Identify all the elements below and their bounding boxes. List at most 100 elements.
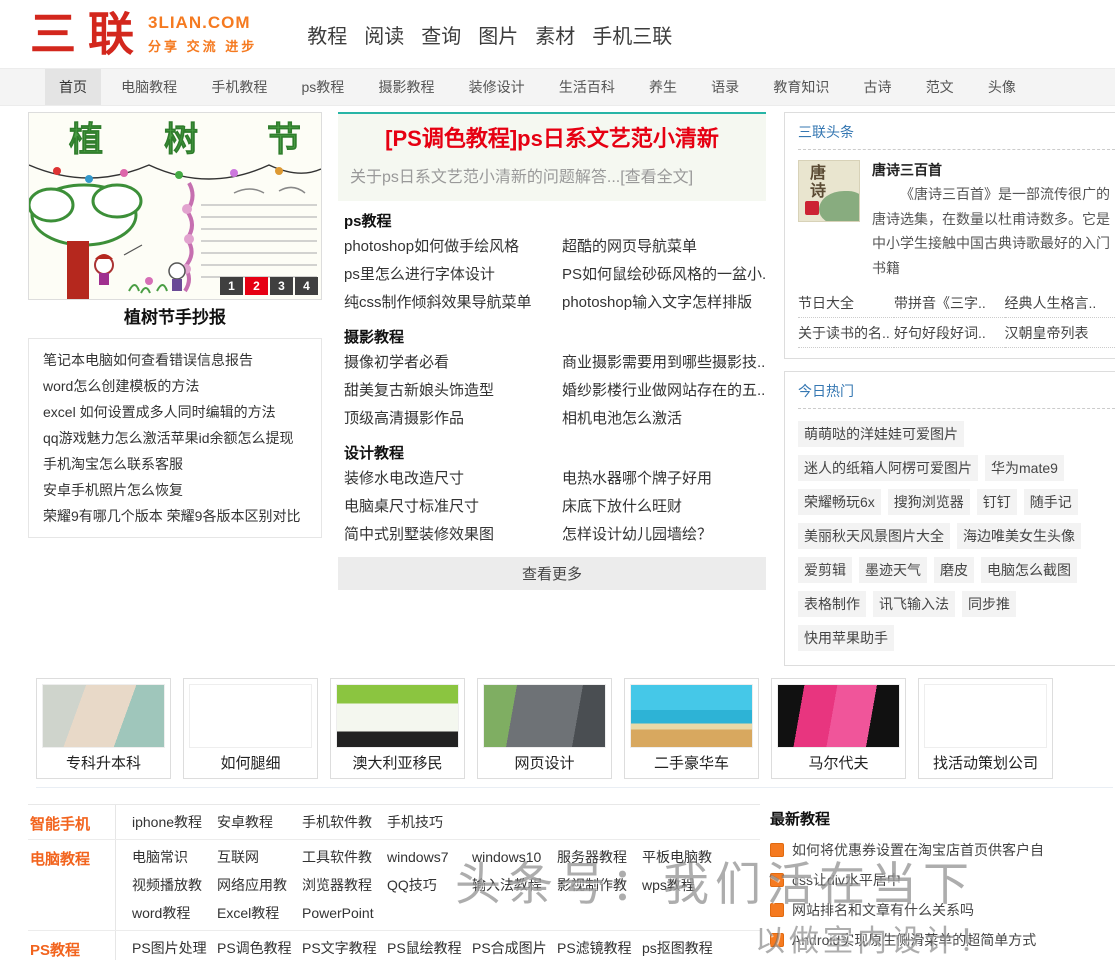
promo-card[interactable]: 专科升本科 — [36, 678, 171, 779]
featured-summary[interactable]: 关于ps日系文艺范小清新的问题解答...[查看全文] — [350, 163, 754, 187]
category-link[interactable]: 网络应用教 — [217, 871, 295, 899]
category-link[interactable]: 输入法教程 — [472, 871, 550, 899]
top-nav-link[interactable]: 查询 — [421, 20, 461, 49]
category-link[interactable]: 电脑常识 — [132, 843, 210, 871]
main-nav-link[interactable]: 手机教程 — [197, 69, 281, 105]
headline-link[interactable]: 节日大全 — [798, 288, 894, 318]
article-link[interactable]: 顶级高清摄影作品 — [344, 405, 562, 433]
main-nav-link[interactable]: 生活百科 — [545, 69, 629, 105]
carousel-image[interactable]: 植 树 节 — [29, 113, 321, 299]
category-link[interactable]: iphone教程 — [132, 808, 210, 836]
main-nav-link[interactable]: 装修设计 — [455, 69, 539, 105]
promo-card[interactable]: 网页设计 — [477, 678, 612, 779]
category-link[interactable]: 互联网 — [217, 843, 295, 871]
headline-link[interactable]: 经典人生格言.. — [1005, 288, 1115, 318]
promo-caption[interactable]: 马尔代夫 — [777, 748, 900, 773]
category-link[interactable]: PS滤镜教程 — [557, 934, 635, 960]
main-nav-link[interactable]: 摄影教程 — [364, 69, 448, 105]
article-link[interactable]: excel 如何设置成多人同时编辑的方法 — [43, 404, 276, 420]
headline-link[interactable]: 汉朝皇帝列表 — [1005, 318, 1115, 348]
promo-image[interactable] — [924, 684, 1047, 748]
promo-caption[interactable]: 网页设计 — [483, 748, 606, 773]
article-link[interactable]: photoshop输入文字怎样排版 — [562, 289, 766, 317]
main-nav-link[interactable]: 古诗 — [850, 69, 906, 105]
article-link[interactable]: 装修水电改造尺寸 — [344, 465, 562, 493]
headline-link[interactable]: 关于读书的名.. — [798, 318, 894, 348]
latest-item[interactable]: 如何将优惠券设置在淘宝店首页供客户自 — [770, 835, 1113, 865]
main-nav-link[interactable]: 语录 — [697, 69, 753, 105]
latest-item[interactable]: 网站排名和文章有什么关系吗 — [770, 895, 1113, 925]
carousel-caption[interactable]: 植树节手抄报 — [28, 300, 322, 332]
top-nav-link[interactable]: 手机三联 — [592, 20, 672, 49]
main-nav-link[interactable]: ps教程 — [288, 69, 359, 105]
article-link[interactable]: PS如何鼠绘砂砾风格的一盆小... — [562, 261, 766, 289]
hot-tag[interactable]: 海边唯美女生头像 — [957, 523, 1081, 549]
hot-tag[interactable]: 电脑怎么截图 — [981, 557, 1077, 583]
main-nav-link[interactable]: 养生 — [635, 69, 691, 105]
category-link[interactable]: 平板电脑教 — [642, 843, 720, 871]
hot-tag[interactable]: 荣耀畅玩6x — [798, 489, 881, 515]
article-link[interactable]: 纯css制作倾斜效果导航菜单 — [344, 289, 562, 317]
headline-link[interactable]: 带拼音《三字.. — [894, 288, 1004, 318]
hot-tag[interactable]: 美丽秋天风景图片大全 — [798, 523, 950, 549]
article-link[interactable]: 荣耀9有哪几个版本 荣耀9各版本区别对比 — [43, 508, 300, 524]
view-more-button[interactable]: 查看更多 — [338, 557, 766, 590]
hot-tag[interactable]: 萌萌哒的洋娃娃可爱图片 — [798, 421, 964, 447]
article-link[interactable]: ps里怎么进行字体设计 — [344, 261, 562, 289]
top-nav-link[interactable]: 阅读 — [364, 20, 404, 49]
article-link[interactable]: 超酷的网页导航菜单 — [562, 233, 766, 261]
hot-tag[interactable]: 快用苹果助手 — [798, 625, 894, 651]
hot-tag[interactable]: 随手记 — [1024, 489, 1078, 515]
promo-caption[interactable]: 二手豪华车 — [630, 748, 753, 773]
promo-card[interactable]: 二手豪华车 — [624, 678, 759, 779]
article-link[interactable]: 怎样设计幼儿园墙绘？ — [562, 521, 766, 549]
article-link[interactable]: 摄像初学者必看 — [344, 349, 562, 377]
article-link[interactable]: 相机电池怎么激活 — [562, 405, 766, 433]
category-link[interactable]: 手机技巧 — [387, 808, 465, 836]
main-nav-link[interactable]: 电脑教程 — [107, 69, 191, 105]
article-link[interactable]: 简中式别墅装修效果图 — [344, 521, 562, 549]
promo-image[interactable] — [42, 684, 165, 748]
promo-card[interactable]: 如何腿细 — [183, 678, 318, 779]
promo-caption[interactable]: 找活动策划公司 — [924, 748, 1047, 773]
category-link[interactable]: ps抠图教程 — [642, 934, 720, 960]
headline-item[interactable]: 唐诗 唐诗三百首 《唐诗三百首》是一部流传很广的唐诗选集，在数量以杜甫诗数多。它… — [798, 150, 1115, 280]
latest-item[interactable]: css让div水平居中 — [770, 865, 1113, 895]
category-label[interactable]: PS教程 — [28, 931, 116, 960]
category-link[interactable]: PS调色教程 — [217, 934, 295, 960]
promo-image[interactable] — [336, 684, 459, 748]
category-link[interactable]: wps教程 — [642, 871, 720, 899]
carousel-page-button[interactable]: 4 — [295, 277, 318, 295]
category-link[interactable]: PowerPoint — [302, 899, 380, 927]
site-logo[interactable]: 三联 — [30, 11, 146, 57]
promo-image[interactable] — [189, 684, 312, 748]
promo-image[interactable] — [777, 684, 900, 748]
article-link[interactable]: qq游戏魅力怎么激活 — [43, 430, 171, 446]
hot-tag[interactable]: 磨皮 — [934, 557, 974, 583]
carousel[interactable]: 植 树 节 — [28, 112, 322, 300]
promo-card[interactable]: 找活动策划公司 — [918, 678, 1053, 779]
category-link[interactable]: QQ技巧 — [387, 871, 465, 899]
top-nav-link[interactable]: 教程 — [307, 20, 347, 49]
category-link[interactable]: PS文字教程 — [302, 934, 380, 960]
article-link[interactable]: 商业摄影需要用到哪些摄影技... — [562, 349, 766, 377]
promo-caption[interactable]: 专科升本科 — [42, 748, 165, 773]
latest-link[interactable]: 网站排名和文章有什么关系吗 — [792, 895, 974, 925]
promo-image[interactable] — [630, 684, 753, 748]
article-link[interactable]: 甜美复古新娘头饰造型 — [344, 377, 562, 405]
category-link[interactable]: PS合成图片 — [472, 934, 550, 960]
category-label[interactable]: 电脑教程 — [28, 840, 116, 930]
article-link[interactable]: 婚纱影楼行业做网站存在的五... — [562, 377, 766, 405]
headline-title[interactable]: 唐诗三百首 — [872, 160, 1115, 180]
promo-image[interactable] — [483, 684, 606, 748]
headline-thumbnail[interactable]: 唐诗 — [798, 160, 860, 222]
category-link[interactable]: 影视制作教 — [557, 871, 635, 899]
hot-tag[interactable]: 搜狗浏览器 — [888, 489, 970, 515]
hot-tag[interactable]: 爱剪辑 — [798, 557, 852, 583]
category-link[interactable]: PS图片处理 — [132, 934, 210, 960]
hot-tag[interactable]: 表格制作 — [798, 591, 866, 617]
hot-tag[interactable]: 同步推 — [962, 591, 1016, 617]
category-link[interactable]: 浏览器教程 — [302, 871, 380, 899]
article-link[interactable]: 笔记本电脑如何查看错误信息报告 — [43, 352, 253, 368]
article-link[interactable]: photoshop如何做手绘风格 — [344, 233, 562, 261]
